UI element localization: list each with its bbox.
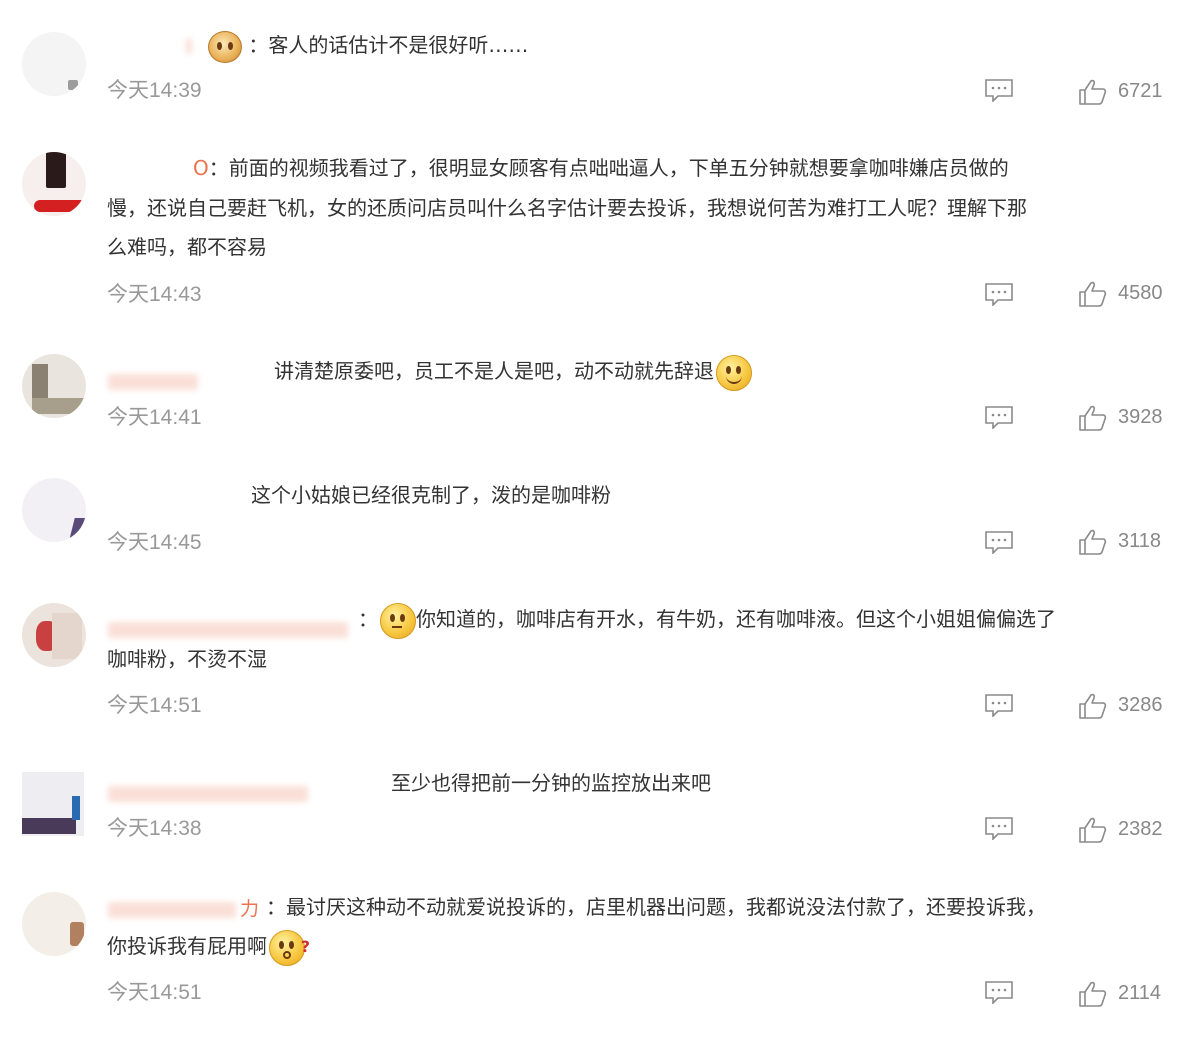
- avatar[interactable]: [22, 32, 86, 96]
- comment-line: 你投诉我有屁用啊: [107, 934, 267, 958]
- comment-text: ：最讨厌这种动不动就爱说投诉的，店里机器出问题，我都说没法付款了，还要投诉我，: [266, 895, 1046, 919]
- comment-line: 慢，还说自己要赶飞机，女的还质问店员叫什么名字估计要去投诉，我想说何苦为难打工人…: [107, 196, 1027, 220]
- like-count: 2382: [1118, 818, 1163, 840]
- like-button[interactable]: 2114: [1078, 980, 1188, 1010]
- thumbs-up-icon: [1079, 817, 1107, 843]
- comment-text: 至少也得把前一分钟的监控放出来吧: [391, 764, 711, 803]
- question-emoji-icon: ?: [269, 929, 310, 966]
- like-count: 3118: [1118, 530, 1162, 552]
- comment-bubble-icon[interactable]: [984, 78, 1014, 102]
- like-count: 2114: [1118, 982, 1162, 1004]
- comment-line: 咖啡粉，不烫不湿: [107, 647, 267, 671]
- timestamp: 今天14:41: [107, 406, 202, 429]
- like-count: 4580: [1118, 282, 1163, 304]
- comment-text: 你投诉我有屁用啊 ?: [107, 927, 310, 966]
- thumbs-up-icon: [1079, 405, 1107, 431]
- comment-text: ： 你知道的，咖啡店有开水，有牛奶，还有咖啡液。但这个小姐姐偏偏选了: [358, 600, 1056, 639]
- comment-bubble-icon[interactable]: [984, 980, 1014, 1004]
- comment-text: O：前面的视频我看过了，很明显女顾客有点咄咄逼人，下单五分钟就想要拿咖啡嫌店员做…: [193, 156, 1009, 180]
- like-button[interactable]: 6721: [1078, 78, 1188, 108]
- like-button[interactable]: 3286: [1078, 692, 1188, 722]
- like-button[interactable]: 3118: [1078, 528, 1188, 558]
- comment-line: 这个小姑娘已经很克制了，泼的是咖啡粉: [251, 483, 611, 507]
- username[interactable]: 力: [108, 894, 259, 921]
- avatar[interactable]: [22, 152, 86, 216]
- avatar[interactable]: [22, 603, 86, 667]
- thumbs-up-icon: [1079, 981, 1107, 1007]
- avatar[interactable]: [22, 772, 84, 836]
- timestamp: 今天14:51: [107, 694, 202, 717]
- thinking-emoji-icon: [380, 602, 416, 639]
- username[interactable]: [108, 782, 308, 804]
- comment-text: 讲清楚原委吧，员工不是人是吧，动不动就先辞退: [274, 352, 752, 391]
- crown-emoji-icon: [208, 30, 242, 63]
- thumbs-up-icon: [1079, 79, 1107, 105]
- comment-bubble-icon[interactable]: [984, 282, 1014, 306]
- comment-line: 讲清楚原委吧，员工不是人是吧，动不动就先辞退: [274, 359, 714, 383]
- like-button[interactable]: 3928: [1078, 404, 1188, 434]
- username[interactable]: [186, 34, 192, 56]
- comment-text: 这个小姑娘已经很克制了，泼的是咖啡粉: [251, 476, 611, 515]
- like-button[interactable]: 4580: [1078, 280, 1188, 310]
- like-count: 3928: [1118, 406, 1163, 428]
- like-count: 6721: [1118, 80, 1163, 102]
- username[interactable]: [108, 618, 348, 640]
- timestamp: 今天14:51: [107, 981, 202, 1004]
- comment-bubble-icon[interactable]: [984, 816, 1014, 840]
- comment-line: 么难吗，都不容易: [107, 235, 267, 259]
- avatar[interactable]: [22, 354, 86, 418]
- timestamp: 今天14:39: [107, 79, 202, 102]
- comment-line: 前面的视频我看过了，很明显女顾客有点咄咄逼人，下单五分钟就想要拿咖啡嫌店员做的: [228, 156, 1009, 180]
- comment-line: 至少也得把前一分钟的监控放出来吧: [391, 771, 711, 795]
- comment-bubble-icon[interactable]: [984, 405, 1014, 429]
- timestamp: 今天14:43: [107, 283, 202, 306]
- comment-line: 你知道的，咖啡店有开水，有牛奶，还有咖啡液。但这个小姐姐偏偏选了: [416, 607, 1056, 631]
- avatar[interactable]: [22, 478, 86, 542]
- username[interactable]: [108, 370, 198, 392]
- avatar[interactable]: [22, 892, 86, 956]
- comment-bubble-icon[interactable]: [984, 530, 1014, 554]
- smile-emoji-icon: [716, 354, 752, 391]
- comment-line: 最讨厌这种动不动就爱说投诉的，店里机器出问题，我都说没法付款了，还要投诉我，: [286, 895, 1046, 919]
- like-count: 3286: [1118, 694, 1163, 716]
- thumbs-up-icon: [1079, 693, 1107, 719]
- thumbs-up-icon: [1079, 281, 1107, 307]
- timestamp: 今天14:45: [107, 531, 202, 554]
- comment-bubble-icon[interactable]: [984, 693, 1014, 717]
- timestamp: 今天14:38: [107, 817, 202, 840]
- username[interactable]: O: [193, 156, 209, 180]
- comment-text: ：客人的话估计不是很好听……: [206, 26, 528, 65]
- thumbs-up-icon: [1079, 529, 1107, 555]
- comment-line: 客人的话估计不是很好听……: [268, 33, 529, 57]
- like-button[interactable]: 2382: [1078, 816, 1188, 846]
